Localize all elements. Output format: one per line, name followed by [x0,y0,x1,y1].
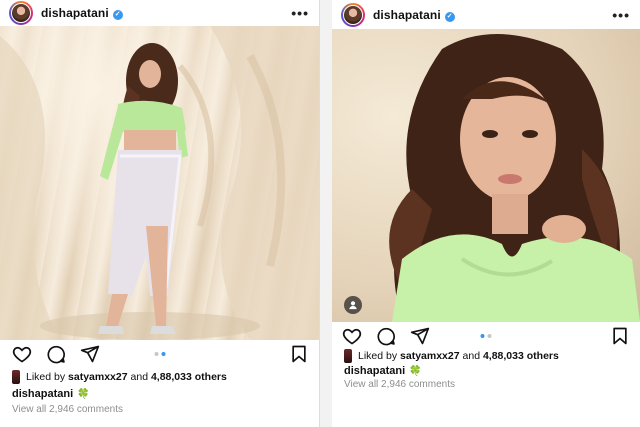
liker-avatar [12,370,20,384]
verified-badge-icon: ✓ [444,11,455,22]
username-text[interactable]: dishapatani [41,6,109,20]
carousel-indicator [154,352,165,356]
likes-and: and [127,371,151,383]
bookmark-icon[interactable] [610,326,630,346]
liked-by-user-link[interactable]: satyamxx27 [400,350,460,362]
caption-username[interactable]: dishapatani [12,388,73,400]
avatar[interactable] [9,1,33,25]
photo-illustration [389,34,640,322]
likes-count-link[interactable]: 4,88,033 others [483,350,559,362]
bookmark-icon[interactable] [289,344,309,364]
instagram-post-2: dishapatani ✓ ••• Liked by satyamxx27 an… [332,0,640,427]
more-options-icon[interactable]: ••• [612,7,630,23]
avatar[interactable] [341,2,365,27]
comment-icon[interactable] [46,344,66,364]
user-tag-icon[interactable] [344,296,362,314]
carousel-dot-active [480,334,485,338]
post-header: dishapatani ✓ ••• [0,0,319,26]
caption: dishapatani 🍀 [344,365,422,377]
liked-by-user-link[interactable]: satyamxx27 [68,371,128,383]
likes-count-link[interactable]: 4,88,033 others [151,371,227,383]
heart-icon[interactable] [342,326,362,346]
carousel-indicator [480,334,492,338]
caption-username[interactable]: dishapatani [344,365,405,377]
likes-and: and [459,350,483,362]
comment-icon[interactable] [376,326,396,346]
carousel-dot [487,334,492,338]
carousel-dot [154,352,158,356]
more-options-icon[interactable]: ••• [291,5,309,21]
view-comments-link[interactable]: View all 2,946 comments [12,404,123,415]
username[interactable]: dishapatani ✓ [41,6,123,20]
action-bar [0,344,319,366]
screenshot-divider [320,0,332,427]
view-comments-link[interactable]: View all 2,946 comments [344,379,455,390]
likes-prefix: Liked by [26,371,66,383]
heart-icon[interactable] [12,344,32,364]
action-bar [332,326,640,348]
paper-plane-icon[interactable] [410,326,430,346]
instagram-post-1: dishapatani ✓ ••• Liked by satyamxx27 an… [0,0,320,427]
clover-icon: 🍀 [409,366,422,377]
liker-avatar [344,349,352,363]
post-header: dishapatani ✓ ••• [332,0,640,29]
likes-line: Liked by satyamxx27 and 4,88,033 others [344,349,559,363]
caption: dishapatani 🍀 [12,388,90,400]
post-photo[interactable] [332,29,640,322]
likes-prefix: Liked by [358,350,398,362]
carousel-dot-active [161,352,165,356]
post-photo[interactable] [0,26,319,340]
username[interactable]: dishapatani ✓ [373,8,455,22]
likes-line: Liked by satyamxx27 and 4,88,033 others [12,370,227,384]
paper-plane-icon[interactable] [80,344,100,364]
clover-icon: 🍀 [77,389,90,400]
username-text[interactable]: dishapatani [373,8,441,22]
verified-badge-icon: ✓ [112,10,123,20]
photo-illustration [0,26,319,340]
